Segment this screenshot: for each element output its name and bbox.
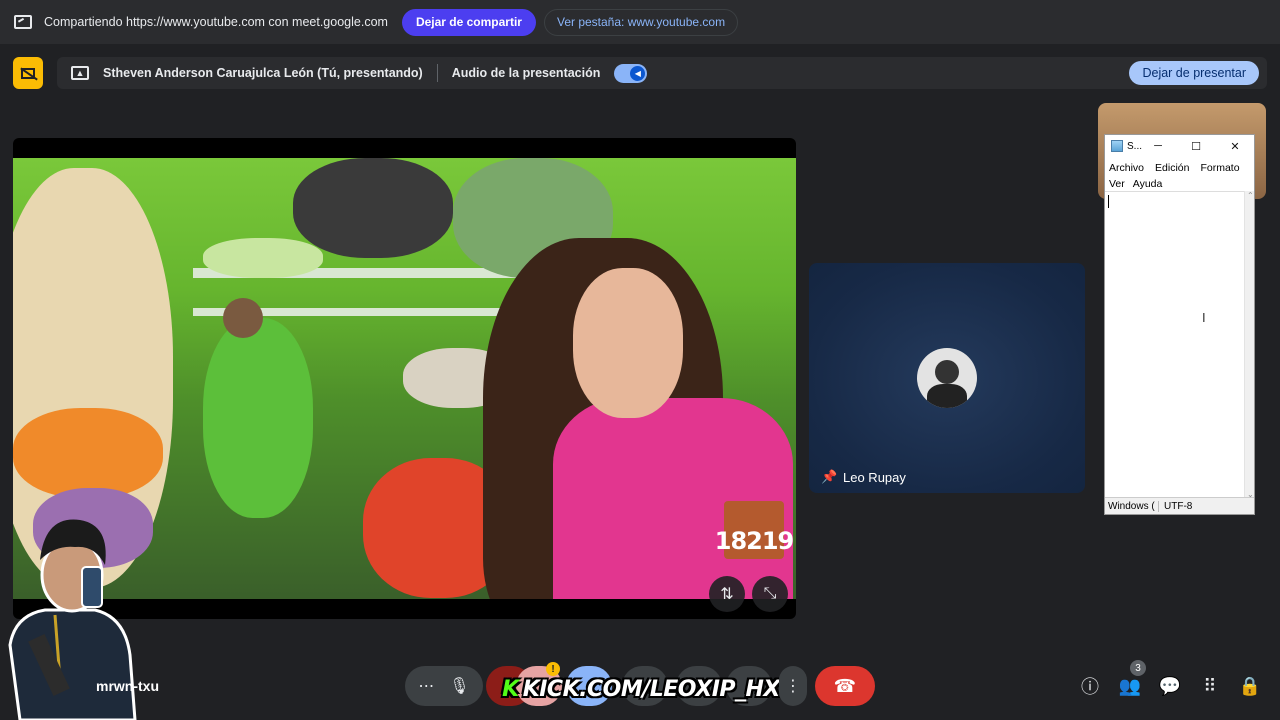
lock-person-icon[interactable]: 🔒 [1237, 673, 1263, 699]
maximize-window-icon[interactable]: ☐ [1185, 138, 1207, 154]
swap-layout-icon[interactable]: ⇅ [709, 576, 745, 612]
more-and-mic-group: ⋯ 🎙 [405, 666, 483, 706]
speaker-icon: ◀ [630, 65, 646, 81]
overlay-number-badge: 18219 [715, 501, 794, 559]
notepad-app-icon [1111, 140, 1123, 152]
stream-url-overlay: K KICK.COM/LEOXIP_HX [502, 672, 780, 706]
more-options-icon[interactable]: ⋮ [779, 666, 807, 706]
people-count-badge: 3 [1130, 660, 1146, 676]
more-horizontal-icon[interactable]: ⋯ [418, 676, 434, 696]
presentation-audio-toggle[interactable]: ◀ [614, 63, 648, 83]
text-caret [1108, 195, 1109, 208]
notepad-title: S... [1127, 140, 1143, 152]
close-window-icon[interactable]: ✕ [1224, 138, 1246, 154]
stream-url-text: KICK.COM/LEOXIP_HX [522, 676, 781, 702]
notepad-status-bar: Windows ( UTF-8 [1105, 497, 1254, 514]
info-icon[interactable]: ⓘ [1077, 673, 1103, 699]
share-status-text: Compartiendo https://www.youtube.com con… [44, 15, 388, 29]
avatar [917, 348, 977, 408]
presenter-name: Stheven Anderson Caruajulca León (Tú, pr… [103, 66, 423, 80]
status-encoding: UTF-8 [1164, 500, 1193, 512]
divider [436, 64, 438, 82]
status-line-ending: Windows ( [1108, 500, 1159, 512]
stop-presenting-button[interactable]: Dejar de presentar [1129, 61, 1259, 85]
menu-edicion[interactable]: Edición [1155, 160, 1189, 176]
participant-name: Leo Rupay [843, 470, 906, 485]
menu-ayuda[interactable]: Ayuda [1133, 176, 1163, 192]
notepad-window[interactable]: S... ─ ☐ ✕ Archivo Edición Formato Ver A… [1104, 134, 1255, 515]
notepad-menu-bar: Archivo Edición Formato Ver Ayuda [1105, 157, 1254, 192]
vertical-scrollbar[interactable] [1244, 191, 1254, 499]
menu-ver[interactable]: Ver [1109, 176, 1125, 192]
stop-sharing-button[interactable]: Dejar de compartir [401, 8, 536, 36]
participant-tile-leo-rupay[interactable]: 📌 Leo Rupay [809, 263, 1085, 493]
minimize-icon[interactable]: ⤡ [752, 576, 788, 612]
chat-icon[interactable]: 💬 [1157, 673, 1183, 699]
present-screen-icon: ▲ [71, 66, 89, 80]
notepad-text-area[interactable]: I [1105, 191, 1245, 499]
ibeam-cursor-icon: I [1202, 310, 1206, 325]
apps-grid-icon[interactable]: ⠿ [1197, 673, 1223, 699]
self-name-label: mrwn-txu [96, 678, 159, 694]
view-tab-button[interactable]: Ver pestaña: www.youtube.com [543, 8, 739, 36]
kick-logo-letter: K [502, 676, 519, 702]
presentation-off-icon[interactable] [13, 57, 43, 89]
menu-formato[interactable]: Formato [1200, 160, 1239, 176]
menu-archivo[interactable]: Archivo [1109, 160, 1144, 176]
phone-hangup-icon[interactable]: ☎ [815, 666, 875, 706]
tab-share-bar: Compartiendo https://www.youtube.com con… [0, 0, 1280, 44]
cast-icon [14, 15, 32, 29]
microphone-icon[interactable]: 🎙 [449, 676, 469, 696]
people-icon[interactable]: 👥 [1117, 673, 1143, 699]
minimize-window-icon[interactable]: ─ [1147, 138, 1169, 154]
presenting-bar: ▲ Stheven Anderson Caruajulca León (Tú, … [57, 57, 1267, 89]
pin-icon[interactable]: 📌 [821, 469, 837, 485]
presentation-audio-label: Audio de la presentación [451, 66, 601, 80]
